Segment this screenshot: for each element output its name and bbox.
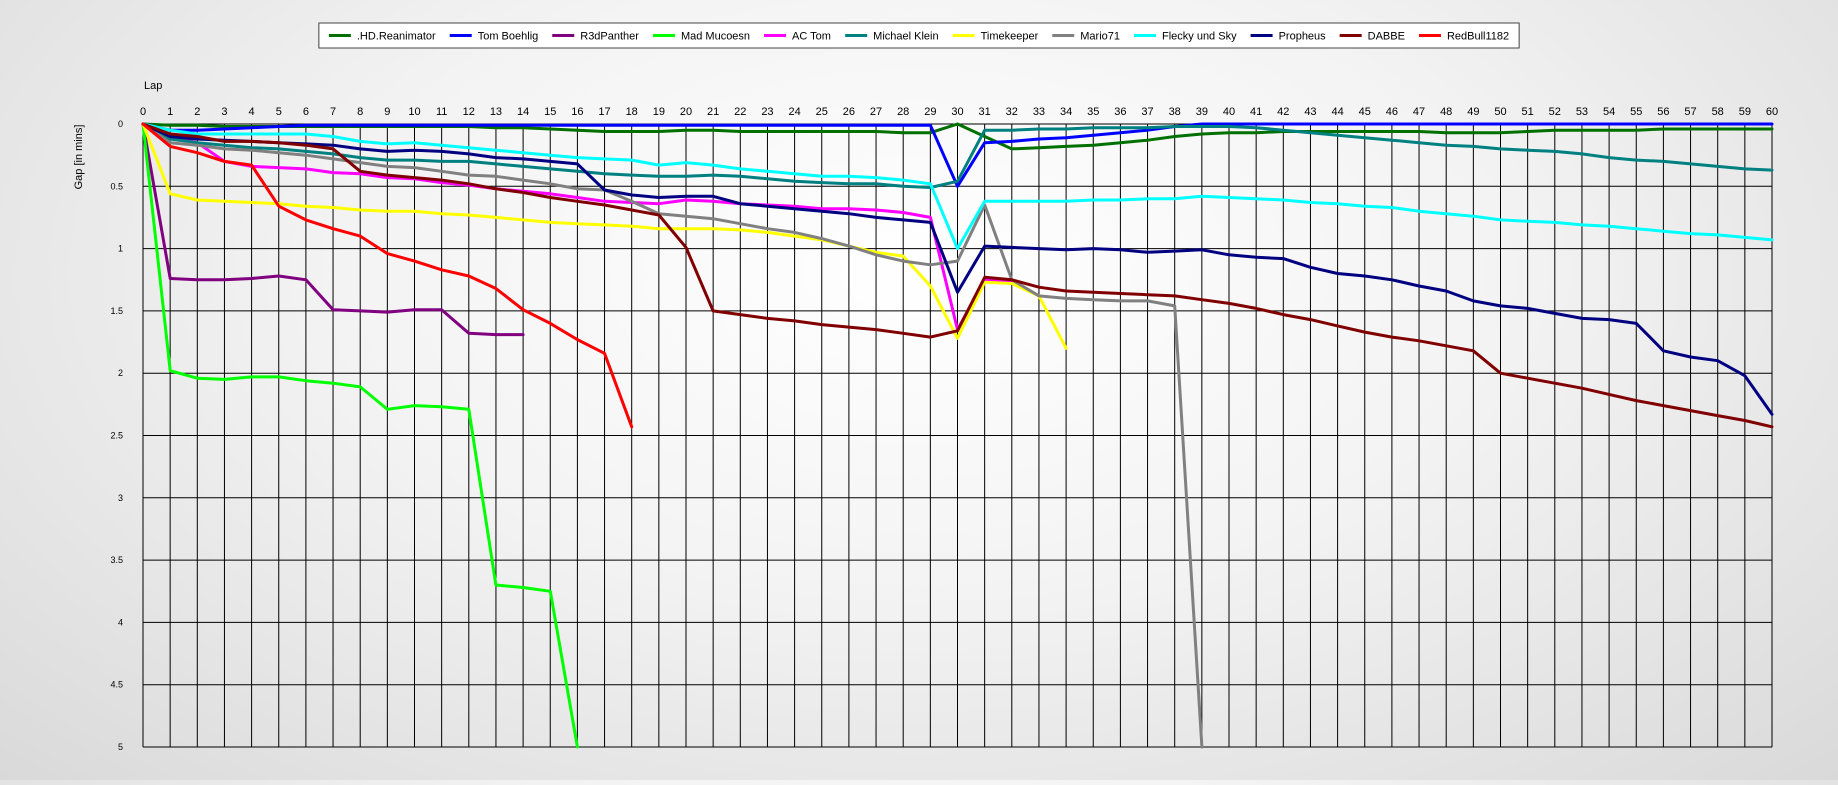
y-tick-label: 3.5 (110, 555, 123, 565)
x-tick-label: 2 (194, 106, 200, 118)
y-tick-label: 1.5 (110, 306, 123, 316)
x-tick-label: 31 (979, 106, 991, 118)
legend-label: Timekeeper (981, 31, 1039, 43)
x-tick-label: 18 (626, 106, 638, 118)
x-tick-label: 50 (1494, 106, 1506, 118)
x-tick-label: 21 (707, 106, 719, 118)
x-tick-label: 32 (1006, 106, 1018, 118)
x-tick-label: 40 (1223, 106, 1235, 118)
x-tick-label: 22 (734, 106, 746, 118)
x-tick-label: 45 (1359, 106, 1371, 118)
x-tick-label: 29 (924, 106, 936, 118)
legend-label: Flecky und Sky (1162, 31, 1237, 43)
legend-label: R3dPanther (580, 31, 639, 43)
x-tick-label: 34 (1060, 106, 1072, 118)
y-tick-label: 2 (118, 368, 123, 378)
x-tick-label: 25 (816, 106, 828, 118)
x-tick-label: 47 (1413, 106, 1425, 118)
legend-label: RedBull1182 (1447, 31, 1509, 43)
x-tick-label: 8 (357, 106, 363, 118)
x-tick-label: 37 (1141, 106, 1153, 118)
x-tick-label: 20 (680, 106, 692, 118)
x-tick-label: 54 (1603, 106, 1615, 118)
x-tick-label: 52 (1549, 106, 1561, 118)
x-axis-label: Lap (144, 80, 162, 92)
x-tick-label: 6 (303, 106, 309, 118)
x-tick-label: 19 (653, 106, 665, 118)
x-tick-label: 16 (571, 106, 583, 118)
y-tick-label: 4.5 (110, 680, 123, 690)
y-tick-label: 4 (118, 617, 123, 627)
x-tick-label: 56 (1657, 106, 1669, 118)
x-tick-label: 4 (249, 106, 255, 118)
x-tick-label: 60 (1766, 106, 1778, 118)
x-tick-label: 59 (1739, 106, 1751, 118)
legend-label: Mad Mucoesn (681, 31, 750, 43)
x-tick-label: 35 (1087, 106, 1099, 118)
x-tick-label: 1 (167, 106, 173, 118)
gap-chart: .HD.Reanimator Tom Boehlig R3dPanther Mad M… (73, 22, 1778, 752)
x-tick-label: 36 (1114, 106, 1126, 118)
x-tick-label: 15 (544, 106, 556, 118)
x-tick-label: 55 (1630, 106, 1642, 118)
x-tick-label: 42 (1277, 106, 1289, 118)
y-tick-label: 1 (118, 244, 123, 254)
y-axis-label: Gap [in mins] (73, 125, 85, 190)
chart-container: .HD.Reanimator Tom Boehlig R3dPanther Mad M… (0, 0, 1838, 780)
x-tick-label: 3 (221, 106, 227, 118)
x-tick-label: 9 (384, 106, 390, 118)
y-tick-label: 3 (118, 493, 123, 503)
y-tick-label: 0 (118, 119, 123, 129)
x-tick-label: 28 (897, 106, 909, 118)
x-tick-label: 17 (598, 106, 610, 118)
grid (142, 123, 1773, 748)
x-tick-label: 26 (843, 106, 855, 118)
legend-label: DABBE (1368, 31, 1405, 43)
x-tick-label: 53 (1576, 106, 1588, 118)
legend-label: .HD.Reanimator (357, 31, 436, 43)
y-tick-label: 0.5 (110, 181, 123, 191)
x-tick-label: 23 (761, 106, 773, 118)
x-tick-label: 44 (1331, 106, 1343, 118)
y-tick-label: 5 (118, 742, 123, 752)
x-tick-label: 43 (1304, 106, 1316, 118)
x-tick-label: 41 (1250, 106, 1262, 118)
legend-label: Michael Klein (873, 31, 938, 43)
y-tick-label: 2.5 (110, 431, 123, 441)
x-tick-label: 58 (1712, 106, 1724, 118)
x-tick-label: 0 (140, 106, 146, 118)
legend-label: Mario71 (1080, 31, 1120, 43)
x-tick-label: 27 (870, 106, 882, 118)
x-tick-label: 39 (1196, 106, 1208, 118)
x-tick-label: 51 (1522, 106, 1534, 118)
legend-label: Propheus (1279, 31, 1327, 43)
x-tick-label: 33 (1033, 106, 1045, 118)
x-tick-label: 24 (788, 106, 800, 118)
x-tick-label: 11 (436, 106, 447, 118)
x-tick-label: 46 (1386, 106, 1398, 118)
x-tick-label: 49 (1467, 106, 1479, 118)
x-tick-label: 5 (276, 106, 282, 118)
legend-label: Tom Boehlig (478, 31, 539, 43)
x-tick-label: 30 (951, 106, 963, 118)
x-tick-label: 38 (1169, 106, 1181, 118)
x-tick-label: 12 (463, 106, 475, 118)
x-tick-label: 14 (517, 106, 529, 118)
x-tick-label: 7 (330, 106, 336, 118)
x-tick-label: 48 (1440, 106, 1452, 118)
x-tick-label: 57 (1684, 106, 1696, 118)
legend: .HD.Reanimator Tom Boehlig R3dPanther Mad M… (318, 22, 1520, 49)
x-tick-label: 10 (408, 106, 420, 118)
x-tick-label: 13 (490, 106, 502, 118)
legend-label: AC Tom (792, 31, 831, 43)
